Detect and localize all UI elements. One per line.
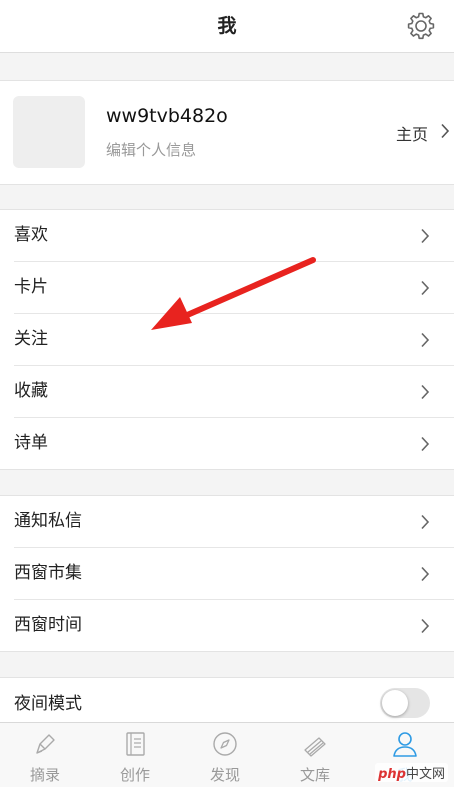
chevron-right-icon [421,332,430,348]
username: ww9tvb482o [106,105,228,127]
tab-excerpts[interactable]: 摘录 [0,723,90,787]
menu-item-label: 西窗市集 [14,563,82,583]
tab-create[interactable]: 创作 [90,723,180,787]
watermark-text: 中文网 [405,767,445,782]
tab-label: 创作 [119,766,150,784]
tab-label: 发现 [209,766,240,784]
pen-icon [36,734,55,754]
tab-library[interactable]: 文库 [270,723,360,787]
watermark: php中文网 [375,763,448,782]
home-link[interactable]: 主页 [395,121,450,145]
menu-item-label: 通知私信 [14,511,82,531]
menu-item-label: 关注 [14,329,48,349]
chevron-right-icon [421,384,430,400]
menu-item-favorites[interactable]: 收藏 [14,366,454,418]
menu-item-label: 卡片 [14,277,48,297]
notebook-icon [126,732,145,756]
night-mode-toggle[interactable] [380,688,430,718]
night-mode-row: 夜间模式 [14,678,454,724]
books-icon [304,737,326,757]
toggle-knob [382,690,408,716]
menu-item-time[interactable]: 西窗时间 [14,600,454,651]
menu-item-label: 诗单 [14,433,48,453]
chevron-right-icon [421,228,430,244]
edit-profile-label: 编辑个人信息 [106,141,197,159]
menu-item-market[interactable]: 西窗市集 [14,548,454,600]
chevron-right-icon [421,618,430,634]
chevron-right-icon [421,436,430,452]
gear-icon[interactable] [406,11,436,41]
menu-item-following[interactable]: 关注 [14,314,454,366]
profile-card[interactable]: ww9tvb482o 编辑个人信息 主页 [0,80,454,185]
menu-item-label: 收藏 [14,381,48,401]
menu-item-label: 喜欢 [14,225,48,245]
chevron-right-icon [441,123,450,139]
menu-section-settings: 夜间模式 [0,677,454,724]
tab-label: 摘录 [29,766,60,784]
avatar[interactable] [13,96,85,168]
watermark-brand: php [378,767,406,782]
menu-section-social: 通知私信 西窗市集 西窗时间 [0,495,454,652]
nav-bar: 我 [0,0,454,53]
menu-item-likes[interactable]: 喜欢 [14,210,454,262]
compass-icon [213,732,237,756]
menu-item-notifications[interactable]: 通知私信 [14,496,454,548]
chevron-right-icon [421,280,430,296]
chevron-right-icon [421,514,430,530]
chevron-right-icon [421,566,430,582]
menu-section-content: 喜欢 卡片 关注 收藏 诗单 [0,209,454,470]
person-icon [393,732,417,757]
tab-discover[interactable]: 发现 [180,723,270,787]
menu-item-poem-lists[interactable]: 诗单 [14,418,454,469]
menu-item-cards[interactable]: 卡片 [14,262,454,314]
tab-label: 文库 [299,766,330,784]
home-label: 主页 [395,125,428,144]
page-title: 我 [217,15,237,37]
menu-item-label: 西窗时间 [14,615,82,635]
